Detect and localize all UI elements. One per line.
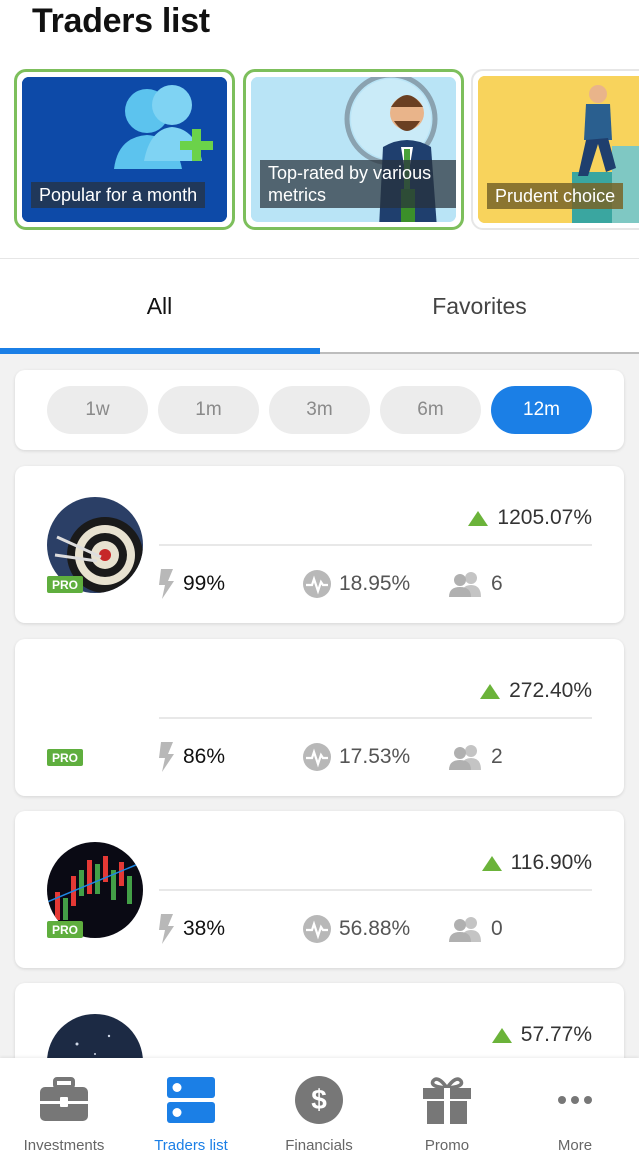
trader-gain: 116.90%: [481, 851, 592, 875]
trader-card[interactable]: PRO 272.40% 86% 17.53% 2: [15, 639, 624, 796]
risk-value: 38%: [183, 917, 226, 940]
trader-gain: 1205.07%: [468, 506, 592, 530]
gain-value: 272.40%: [509, 679, 592, 702]
nav-promo[interactable]: Promo: [383, 1058, 511, 1171]
period-1w-button[interactable]: 1w: [47, 386, 148, 434]
nav-traders-list[interactable]: Traders list: [127, 1058, 255, 1171]
risk-stat: 86%: [159, 740, 225, 774]
gain-value: 1205.07%: [497, 506, 592, 529]
briefcase-icon: [38, 1074, 90, 1126]
nav-more[interactable]: More: [511, 1058, 639, 1171]
pulse-icon: [303, 915, 331, 943]
gain-value: 116.90%: [510, 851, 592, 874]
card-divider: [159, 717, 592, 719]
triangle-up-icon: [491, 1027, 512, 1043]
investors-icon: [449, 572, 481, 597]
category-card-image: Top-rated by various metrics: [251, 77, 456, 222]
pulse-icon: [303, 743, 331, 771]
drawdown-value: 18.95%: [339, 572, 411, 595]
investors-stat: 2: [449, 740, 503, 774]
nav-label: Traders list: [154, 1137, 228, 1154]
nav-investments[interactable]: Investments: [0, 1058, 128, 1171]
active-tab-indicator: [0, 348, 320, 354]
period-selector: 1w 1m 3m 6m 12m: [15, 370, 624, 450]
gain-value: 57.77%: [520, 1023, 592, 1046]
category-label: Popular for a month: [31, 182, 206, 208]
traders-list-icon: [165, 1074, 217, 1126]
triangle-up-icon: [481, 855, 502, 871]
investors-value: 2: [491, 745, 503, 768]
bottom-navigation: Investments Traders list $ Financials Pr…: [0, 1058, 639, 1171]
more-icon: [549, 1074, 601, 1126]
drawdown-value: 56.88%: [339, 917, 411, 940]
nav-label: Financials: [285, 1137, 353, 1154]
nav-label: Promo: [424, 1137, 470, 1154]
pro-badge: PRO: [47, 576, 83, 593]
pro-badge: PRO: [47, 749, 83, 766]
period-3m-button[interactable]: 3m: [269, 386, 370, 434]
triangle-up-icon: [468, 510, 489, 526]
lightning-icon: [159, 569, 174, 599]
lightning-icon: [159, 742, 174, 772]
drawdown-stat: 56.88%: [303, 912, 410, 946]
header-section: Traders list Popular for a month Top-rat…: [0, 0, 639, 258]
drawdown-value: 17.53%: [339, 745, 411, 768]
svg-text:$: $: [311, 1084, 327, 1115]
dollar-icon: $: [293, 1074, 345, 1126]
risk-value: 99%: [183, 572, 226, 595]
risk-stat: 99%: [159, 567, 225, 601]
card-divider: [159, 544, 592, 546]
investors-icon: [449, 745, 481, 770]
trader-card[interactable]: PRO 1205.07% 99% 18.95% 6: [15, 466, 624, 623]
tab-all[interactable]: All: [0, 259, 319, 353]
trader-gain: 57.77%: [491, 1023, 592, 1047]
nav-financials[interactable]: $ Financials: [255, 1058, 383, 1171]
category-card-image: Prudent choice: [478, 76, 639, 223]
investors-stat: 6: [449, 567, 503, 601]
triangle-up-icon: [480, 683, 501, 699]
gift-icon: [421, 1074, 473, 1126]
risk-value: 86%: [183, 745, 226, 768]
category-card-top-rated[interactable]: Top-rated by various metrics: [243, 69, 464, 230]
category-card-image: Popular for a month: [22, 77, 227, 222]
investors-value: 6: [491, 572, 503, 595]
nav-label: More: [557, 1137, 593, 1154]
list-tabs: All Favorites: [0, 258, 639, 354]
drawdown-stat: 18.95%: [303, 567, 410, 601]
category-card-prudent[interactable]: Prudent choice: [471, 69, 639, 230]
category-card-popular[interactable]: Popular for a month: [14, 69, 235, 230]
nav-label: Investments: [23, 1137, 105, 1154]
period-6m-button[interactable]: 6m: [380, 386, 481, 434]
category-label: Prudent choice: [487, 183, 624, 209]
pulse-icon: [303, 570, 331, 598]
drawdown-stat: 17.53%: [303, 740, 410, 774]
lightning-icon: [159, 914, 174, 944]
period-12m-button[interactable]: 12m: [491, 386, 592, 434]
page-title: Traders list: [32, 2, 210, 40]
pro-badge: PRO: [47, 921, 83, 938]
investors-icon: [449, 917, 481, 942]
trader-card[interactable]: PRO 116.90% 38% 56.88% 0: [15, 811, 624, 968]
category-label: Top-rated by various metrics: [260, 160, 456, 208]
period-1m-button[interactable]: 1m: [158, 386, 259, 434]
card-divider: [159, 889, 592, 891]
tab-favorites[interactable]: Favorites: [320, 259, 639, 353]
investors-value: 0: [491, 917, 503, 940]
trader-gain: 272.40%: [480, 679, 592, 703]
risk-stat: 38%: [159, 912, 225, 946]
investors-stat: 0: [449, 912, 503, 946]
